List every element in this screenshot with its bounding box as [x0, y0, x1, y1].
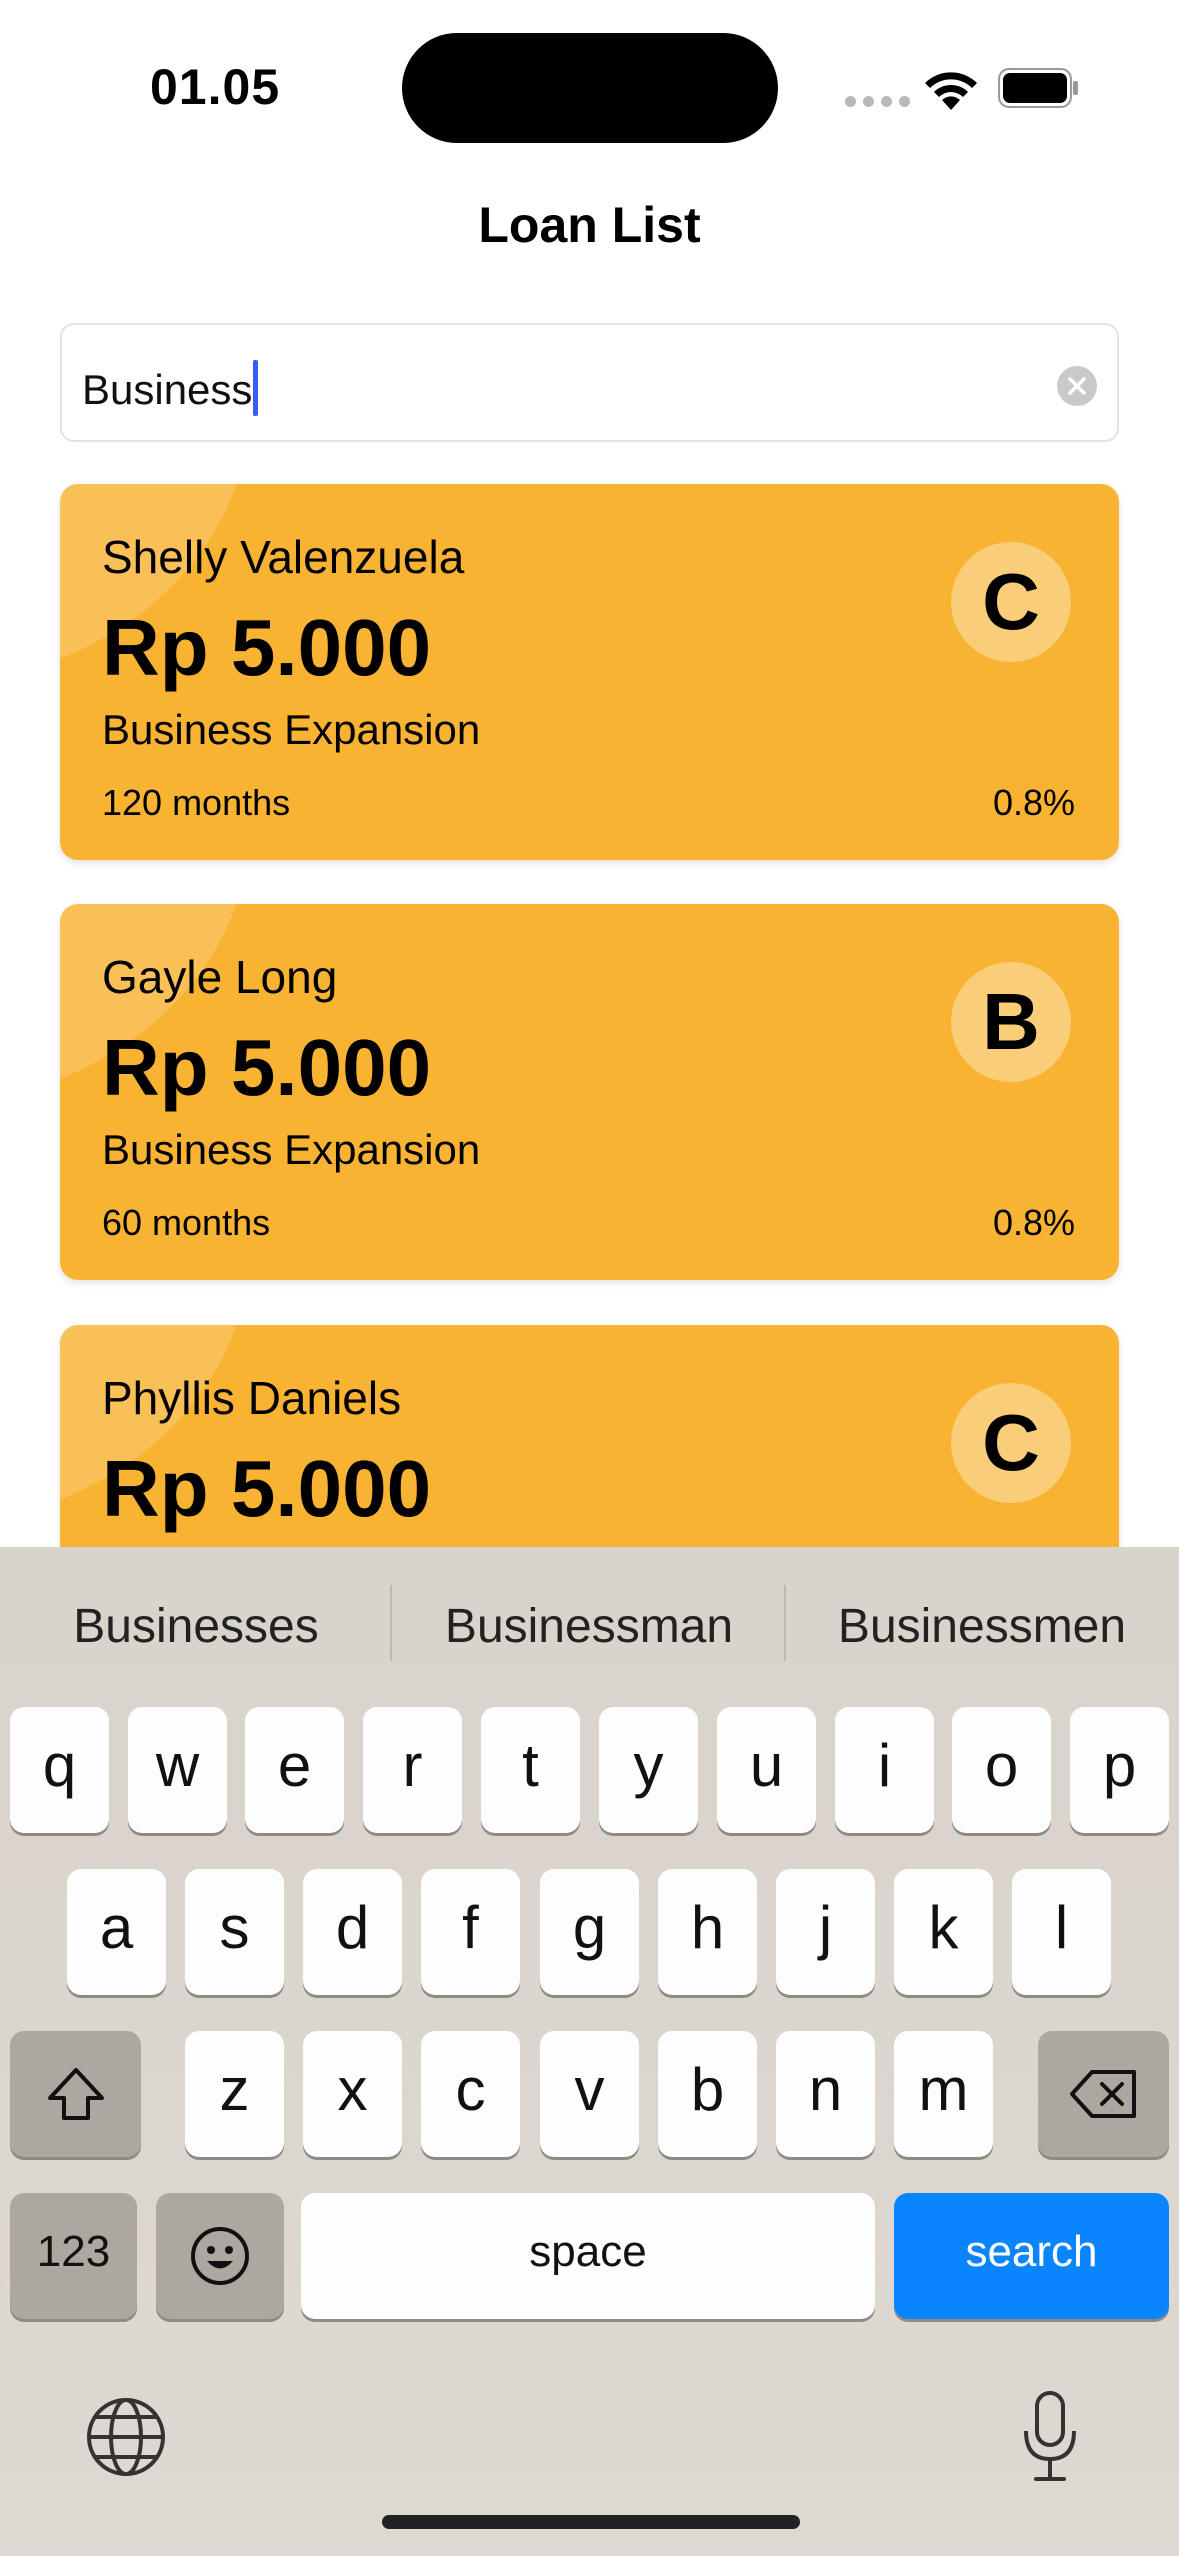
key-q[interactable]: q [10, 1707, 109, 1833]
loan-amount: Rp 5.000 [102, 603, 432, 692]
loan-term: 120 months [102, 782, 291, 823]
emoji-key[interactable] [156, 2193, 284, 2319]
shift-icon [47, 2068, 104, 2121]
backspace-icon [1069, 2070, 1136, 2119]
key-k[interactable]: k [894, 1869, 993, 1995]
key-x[interactable]: x [303, 2031, 402, 2157]
key-r[interactable]: r [363, 1707, 462, 1833]
suggestion-item[interactable]: Businessmen [792, 1599, 1172, 1654]
key-t[interactable]: t [481, 1707, 580, 1833]
key-p[interactable]: p [1070, 1707, 1169, 1833]
emoji-icon [191, 2227, 249, 2286]
key-o[interactable]: o [952, 1707, 1051, 1833]
key-v[interactable]: v [540, 2031, 639, 2157]
microphone-icon[interactable] [1018, 2387, 1082, 2487]
keyboard: Businesses Businessman Businessmen q w e… [0, 1547, 1179, 2556]
home-indicator[interactable] [382, 2515, 800, 2529]
borrower-name: Phyllis Daniels [102, 1372, 402, 1424]
key-i[interactable]: i [835, 1707, 934, 1833]
borrower-name: Shelly Valenzuela [102, 531, 465, 583]
interest-rate: 0.8% [992, 782, 1075, 823]
key-c[interactable]: c [421, 2031, 520, 2157]
loan-card[interactable]: Gayle Long Rp 5.000 Business Expansion 6… [60, 904, 1119, 1280]
close-icon [1068, 377, 1086, 395]
wifi-icon [925, 72, 977, 110]
search-key[interactable]: search [894, 2193, 1169, 2319]
search-input-value: Business [82, 366, 253, 413]
key-m[interactable]: m [894, 2031, 993, 2157]
battery-icon [998, 68, 1078, 108]
key-b[interactable]: b [658, 2031, 757, 2157]
loan-amount: Rp 5.000 [102, 1023, 432, 1112]
key-e[interactable]: e [245, 1707, 344, 1833]
status-time: 01.05 [150, 59, 281, 115]
delete-key[interactable] [1038, 2031, 1169, 2157]
risk-grade-badge: C [951, 542, 1071, 662]
key-j[interactable]: j [776, 1869, 875, 1995]
key-w[interactable]: w [128, 1707, 227, 1833]
clear-search-button[interactable] [1057, 366, 1097, 406]
key-a[interactable]: a [67, 1869, 166, 1995]
key-n[interactable]: n [776, 2031, 875, 2157]
key-u[interactable]: u [717, 1707, 816, 1833]
key-d[interactable]: d [303, 1869, 402, 1995]
loan-term: 60 months [102, 1202, 271, 1243]
key-h[interactable]: h [658, 1869, 757, 1995]
loan-purpose: Business Expansion [102, 706, 481, 753]
key-s[interactable]: s [185, 1869, 284, 1995]
key-z[interactable]: z [185, 2031, 284, 2157]
key-g[interactable]: g [540, 1869, 639, 1995]
space-key[interactable]: space [301, 2193, 875, 2319]
loan-amount: Rp 5.000 [102, 1444, 432, 1533]
cellular-signal-icon [845, 96, 910, 107]
page-title: Loan List [478, 197, 701, 253]
shift-key[interactable] [10, 2031, 141, 2157]
dynamic-island [402, 33, 778, 143]
borrower-name: Gayle Long [102, 951, 338, 1003]
suggestion-item[interactable]: Businesses [6, 1599, 386, 1654]
text-cursor [253, 360, 259, 416]
numbers-key[interactable]: 123 [10, 2193, 137, 2319]
risk-grade-badge: C [951, 1383, 1071, 1503]
key-f[interactable]: f [421, 1869, 520, 1995]
interest-rate: 0.8% [992, 1202, 1075, 1243]
key-l[interactable]: l [1012, 1869, 1111, 1995]
loan-purpose: Business Expansion [102, 1126, 481, 1173]
search-input[interactable]: Business [60, 323, 1119, 442]
globe-icon[interactable] [84, 2395, 168, 2479]
suggestion-item[interactable]: Businessman [399, 1599, 779, 1654]
risk-grade-badge: B [951, 962, 1071, 1082]
loan-card[interactable]: Shelly Valenzuela Rp 5.000 Business Expa… [60, 484, 1119, 860]
key-y[interactable]: y [599, 1707, 698, 1833]
